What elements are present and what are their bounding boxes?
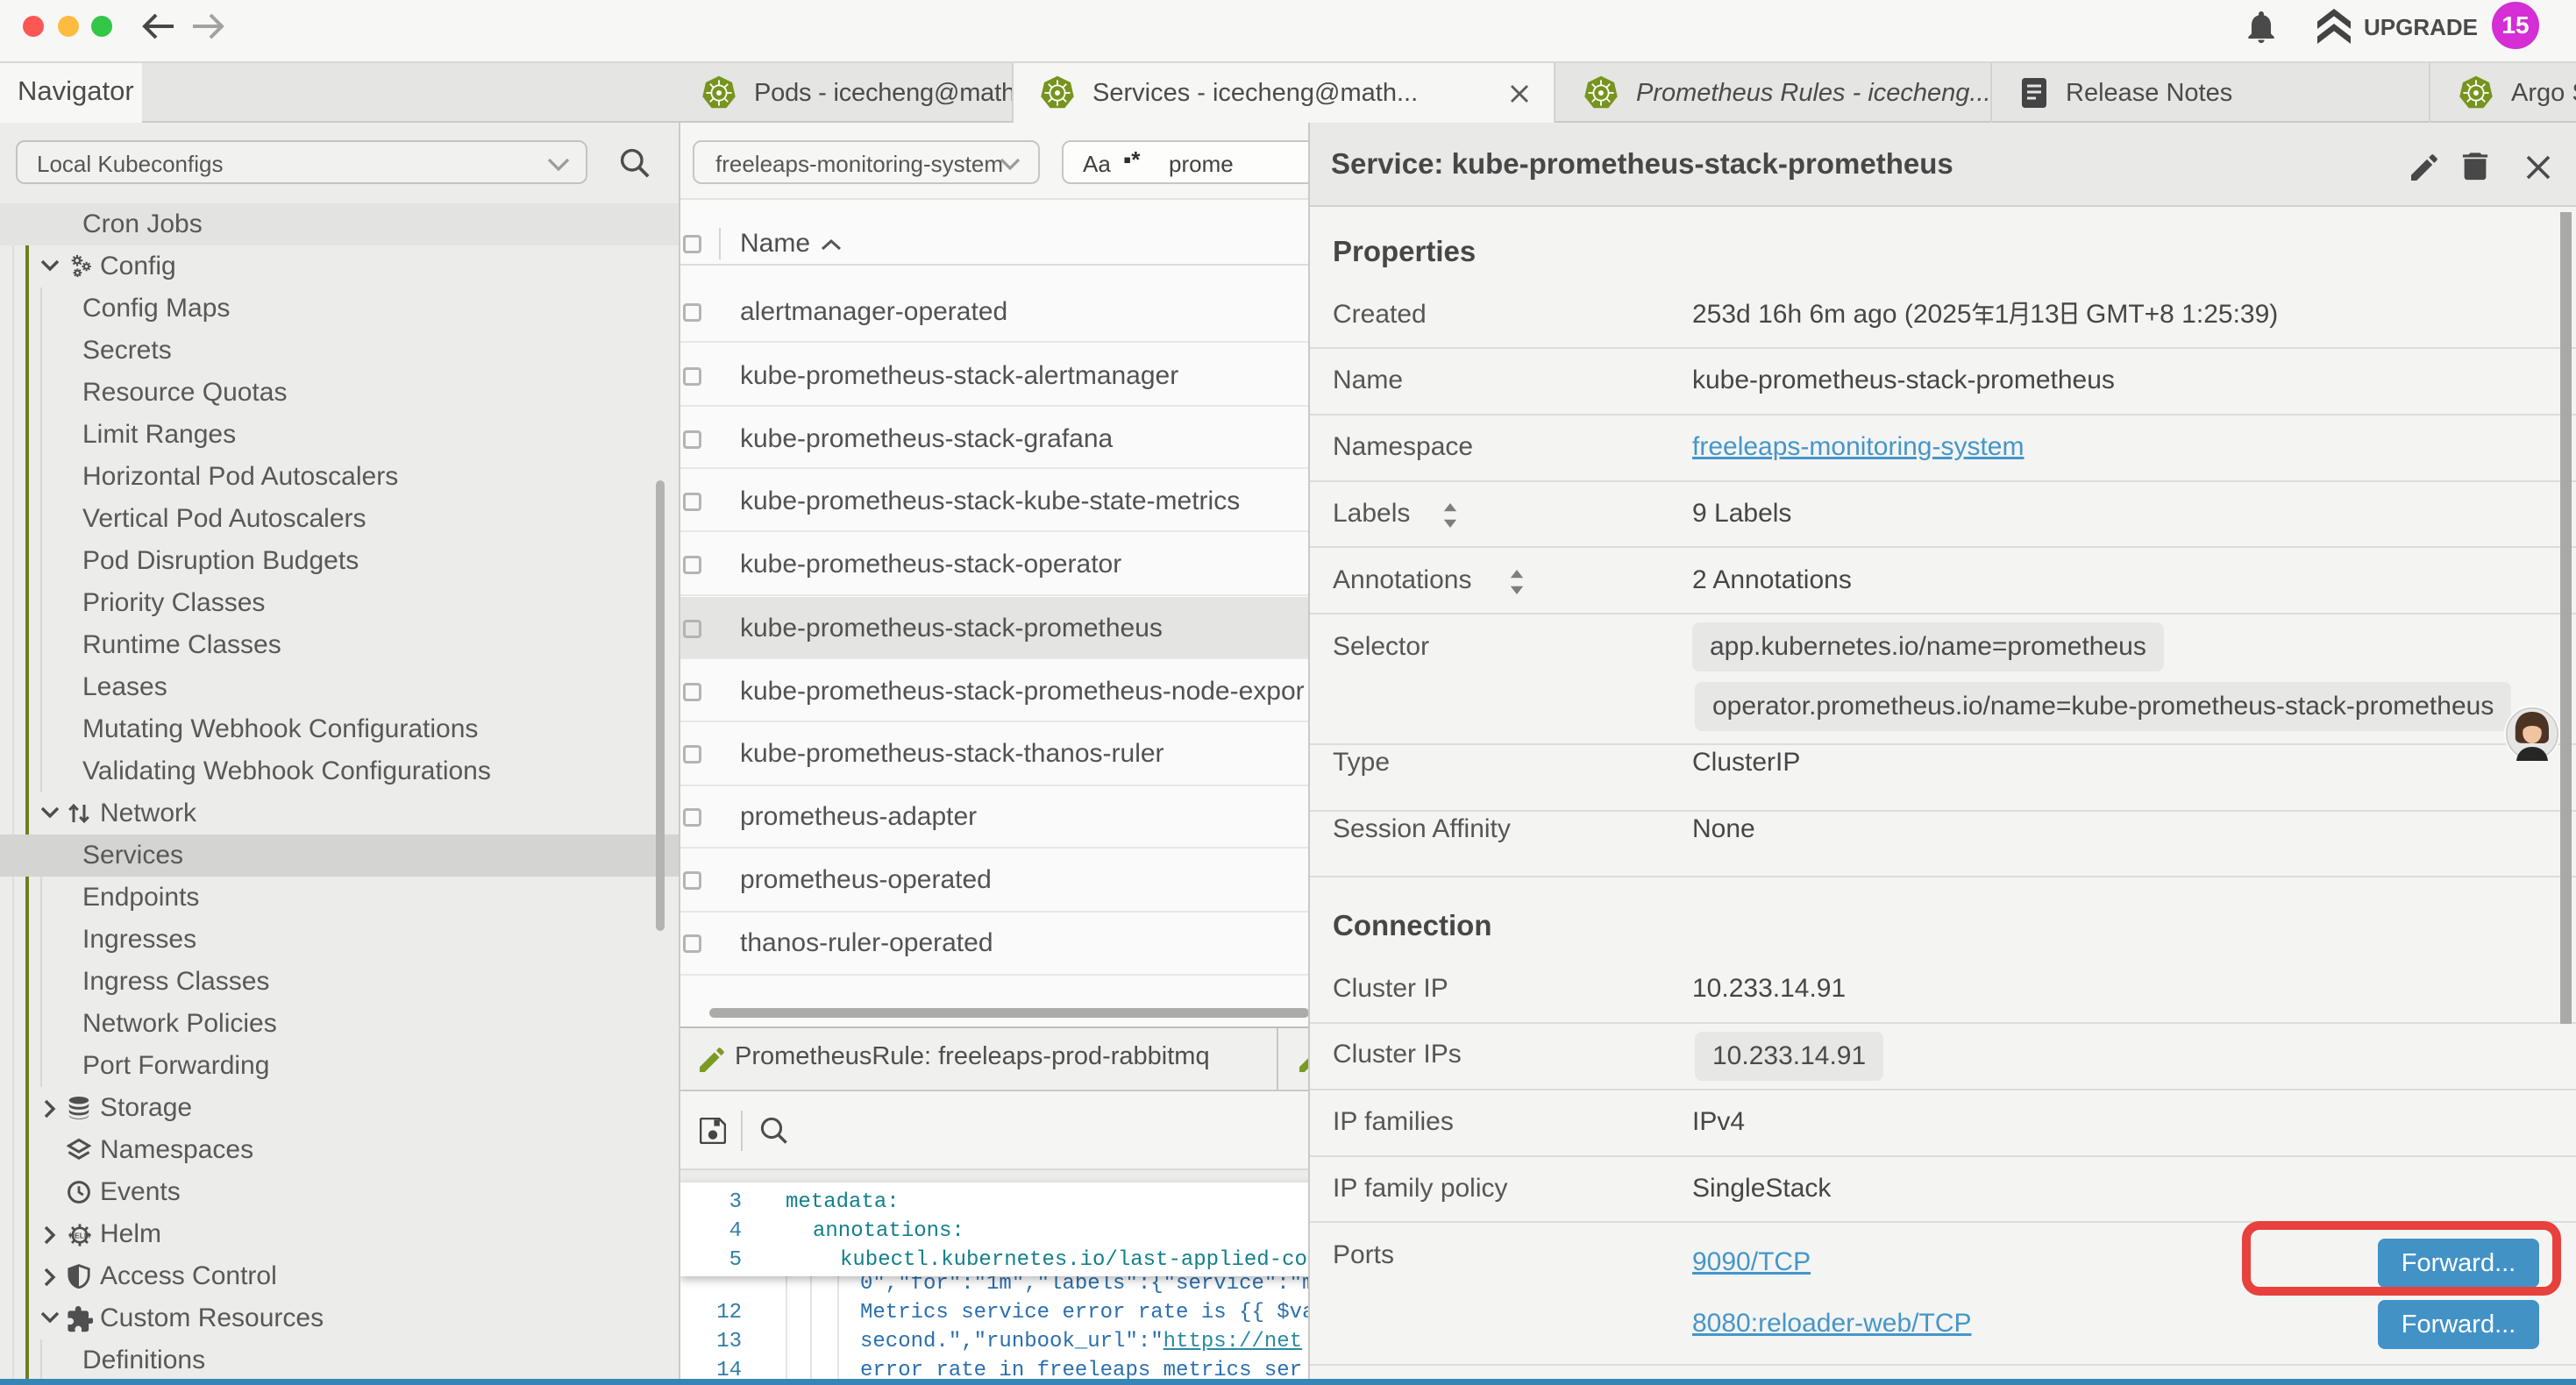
svg-text:HELM: HELM [69,1232,90,1240]
